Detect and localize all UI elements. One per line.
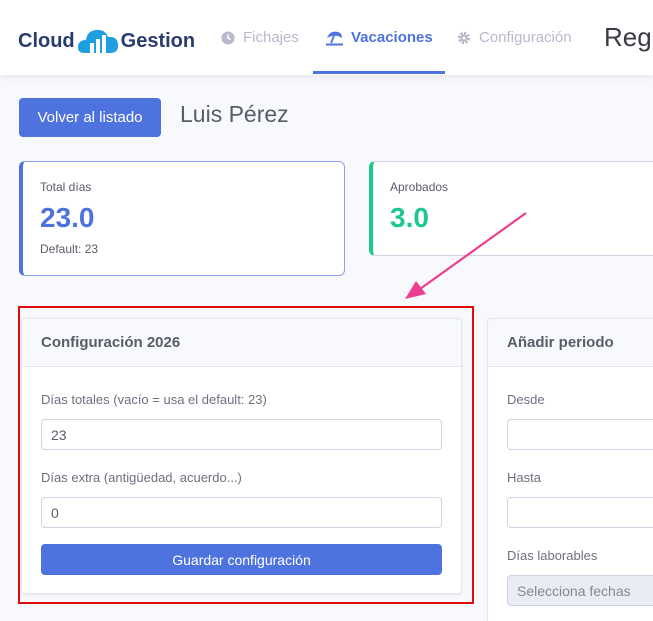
to-date-input[interactable] — [507, 497, 653, 528]
total-days-label: Días totales (vacío = usa el default: 23… — [41, 392, 267, 407]
nav-label-configuracion: Configuración — [479, 29, 572, 46]
logo-text-gestion: Gestion — [120, 29, 196, 52]
beach-umbrella-icon — [326, 31, 343, 45]
clock-icon — [221, 31, 235, 44]
stat-value: 23.0 — [40, 202, 95, 233]
active-tab-indicator — [313, 71, 445, 74]
nav-item-fichajes[interactable]: Fichajes — [221, 0, 299, 75]
extra-days-input[interactable] — [41, 497, 442, 528]
stat-value: 3.0 — [390, 202, 429, 233]
config-card-title: Configuración 2026 — [22, 319, 461, 367]
workdays-field — [507, 575, 653, 606]
stat-card-total-days: Total días 23.0 Default: 23 — [19, 161, 345, 276]
nav-label-vacaciones: Vacaciones — [351, 29, 433, 46]
from-date-label: Desde — [507, 392, 545, 407]
stat-label: Total días — [40, 180, 92, 194]
brand-logo[interactable]: Cloud Gestion — [18, 24, 195, 58]
save-config-button[interactable]: Guardar configuración — [41, 544, 442, 575]
back-to-list-button[interactable]: Volver al listado — [19, 98, 161, 137]
add-period-card: Añadir periodo Desde Hasta Días laborabl… — [487, 318, 653, 621]
stat-label: Aprobados — [390, 180, 449, 194]
nav-item-vacaciones[interactable]: Vacaciones — [326, 0, 433, 75]
total-days-input[interactable] — [41, 419, 442, 450]
to-date-label: Hasta — [507, 470, 541, 485]
from-date-input[interactable] — [507, 419, 653, 450]
employee-name: Luis Pérez — [180, 101, 289, 127]
nav-label-fichajes: Fichajes — [243, 29, 299, 46]
config-card: Configuración 2026 Días totales (vacío =… — [21, 318, 462, 594]
logo-text-cloud: Cloud — [18, 29, 75, 52]
nav-item-configuracion[interactable]: Configuración — [457, 0, 572, 75]
workdays-label: Días laborables — [507, 548, 598, 563]
stat-card-approved: Aprobados 3.0 — [369, 161, 653, 256]
top-navbar: Cloud Gestion Fichajes Vacaciones Config… — [0, 0, 653, 75]
cloud-chart-icon — [77, 29, 118, 53]
add-period-card-title: Añadir periodo — [488, 319, 653, 367]
extra-days-label: Días extra (antigüedad, acuerdo...) — [41, 470, 242, 485]
gear-icon — [457, 31, 471, 44]
stat-default-note: Default: 23 — [40, 242, 99, 256]
nav-item-registro-truncated[interactable]: Reg — [604, 22, 652, 53]
